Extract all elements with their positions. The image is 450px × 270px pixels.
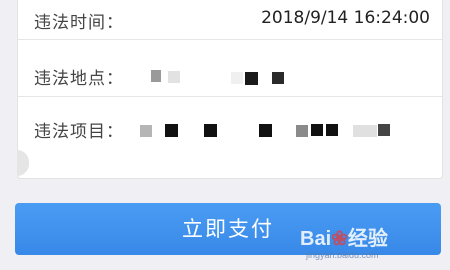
- violation-time-row: 违法时间： 2018/9/14 16:24:00: [18, 0, 442, 39]
- violation-location-label: 违法地点：: [34, 69, 124, 89]
- violation-details-card: 违法时间： 2018/9/14 16:24:00 违法地点： 违法项目：: [17, 0, 443, 179]
- pay-now-button[interactable]: 立即支付: [15, 203, 441, 255]
- violation-item-row: 违法项目：: [18, 97, 442, 177]
- violation-time-value: 2018/9/14 16:24:00: [261, 8, 430, 28]
- violation-location-row: 违法地点：: [18, 40, 442, 96]
- violation-time-label: 违法时间：: [34, 13, 124, 33]
- violation-item-label: 违法项目：: [34, 122, 124, 142]
